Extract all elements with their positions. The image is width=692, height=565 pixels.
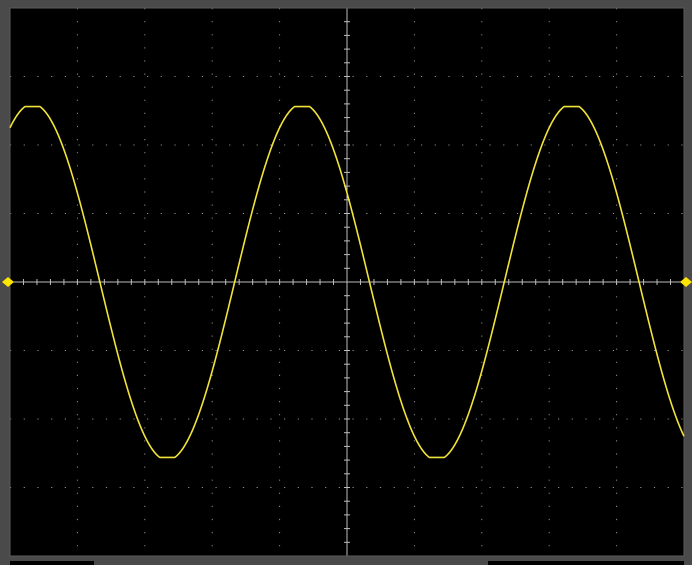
bottom-strip-right bbox=[488, 561, 684, 565]
trace-sample-point bbox=[9, 122, 10, 123]
trace-sample-point bbox=[279, 105, 280, 106]
trace-sample-point bbox=[650, 414, 651, 415]
trace-sample-point bbox=[683, 460, 684, 461]
trace-sample-point bbox=[245, 165, 246, 166]
trace-sample-point bbox=[549, 103, 550, 104]
oscilloscope-screen bbox=[0, 0, 692, 565]
trace-sample-point bbox=[582, 155, 583, 156]
trace-sample-point bbox=[43, 181, 44, 182]
trace-sample-point bbox=[313, 146, 314, 147]
trace-sample-point bbox=[448, 414, 449, 415]
trace-sample-point bbox=[178, 398, 179, 399]
trace-sample-point bbox=[212, 281, 213, 282]
trace-sample-point bbox=[616, 281, 617, 282]
trace-sample-point bbox=[414, 457, 415, 458]
trace-sample-point bbox=[144, 457, 145, 458]
trace-sample-point bbox=[77, 307, 78, 308]
bottom-strip-left bbox=[10, 561, 94, 565]
trace-sample-point bbox=[346, 256, 347, 257]
trace-sample-point bbox=[481, 281, 482, 282]
trace-sample-point bbox=[515, 155, 516, 156]
trace-sample-point bbox=[380, 382, 381, 383]
trace-sample-point bbox=[111, 417, 112, 418]
